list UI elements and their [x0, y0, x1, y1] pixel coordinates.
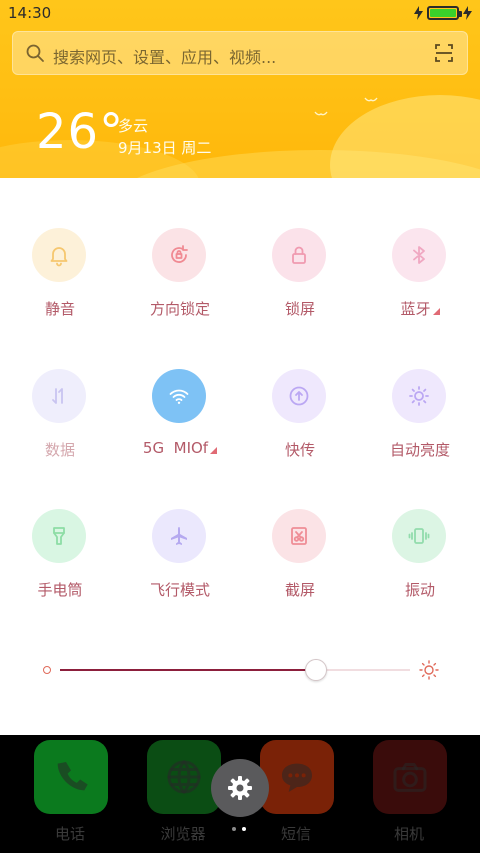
settings-button[interactable] — [211, 759, 269, 817]
camera-icon — [393, 763, 427, 792]
page-dot — [232, 827, 236, 831]
toggle-circle[interactable] — [152, 369, 206, 423]
battery-level — [430, 9, 456, 17]
bird-decoration — [364, 97, 378, 102]
toggle-circle[interactable] — [272, 228, 326, 282]
quick-share-icon — [289, 386, 309, 406]
wifi-icon — [169, 389, 189, 404]
toggle-circle[interactable] — [392, 228, 446, 282]
status-time: 14:30 — [8, 4, 52, 22]
app-label: 浏览器 — [160, 825, 206, 843]
data-icon — [52, 388, 63, 404]
toggle-label: 方向锁定 — [120, 298, 240, 319]
toggle-label-text: 方向锁定 — [149, 300, 210, 318]
toggle-label-text: 飞行模式 — [149, 581, 210, 599]
screenshot-icon — [291, 527, 307, 545]
toggle-label-text: 5G MIOf — [142, 439, 209, 457]
app-message[interactable] — [260, 740, 334, 814]
app-camera[interactable] — [373, 740, 447, 814]
rotation-lock-icon — [171, 245, 188, 263]
search-icon — [26, 44, 44, 62]
scan-icon[interactable] — [435, 44, 453, 62]
charging-icon — [414, 6, 423, 20]
toggle-label-text: 自动亮度 — [389, 441, 450, 459]
quick-settings-panel: 静音 方向锁定 锁屏 蓝牙数据 5G MIOf 快传 自动亮度手电筒 飞行模式 截屏 振动 — [0, 178, 480, 735]
vibrate-icon — [408, 528, 430, 544]
weather-condition: 多云 — [118, 117, 149, 135]
toggle-circle[interactable] — [272, 509, 326, 563]
toggle-label-text: 快传 — [284, 441, 315, 459]
charging-icon — [463, 6, 472, 20]
gear-icon — [228, 776, 252, 800]
temperature: 26° — [36, 104, 125, 160]
toggle-label: 静音 — [0, 298, 120, 319]
dock: 电话 浏览器 短信 相机 — [0, 735, 480, 853]
bluetooth-icon — [413, 246, 425, 264]
app-browser[interactable] — [147, 740, 221, 814]
slider-fill — [60, 669, 316, 671]
toggle-label-text: 手电筒 — [37, 581, 83, 599]
cloud-decoration — [330, 95, 480, 178]
status-bar: 14:30 — [0, 0, 480, 26]
toggle-circle[interactable] — [32, 369, 86, 423]
battery-icon — [427, 6, 462, 20]
toggle-circle[interactable] — [152, 228, 206, 282]
toggle-label: 5G MIOf — [120, 439, 240, 457]
lock-icon — [292, 246, 306, 264]
slider-thumb[interactable] — [305, 659, 327, 681]
browser-icon — [167, 760, 201, 794]
toggle-label: 截屏 — [240, 579, 360, 600]
toggle-label-text: 蓝牙 — [400, 300, 431, 318]
toggle-label-text: 锁屏 — [284, 300, 315, 318]
expand-indicator-icon — [432, 308, 440, 315]
toggle-label: 锁屏 — [240, 298, 360, 319]
page-indicator — [232, 827, 246, 831]
toggle-label-text: 振动 — [404, 581, 435, 599]
toggle-circle[interactable] — [272, 369, 326, 423]
search-bar[interactable]: 搜索网页、设置、应用、视频... — [12, 31, 468, 75]
airplane-icon — [171, 527, 187, 545]
toggle-label: 自动亮度 — [360, 439, 480, 460]
flashlight-icon — [53, 527, 65, 545]
toggle-label: 蓝牙 — [360, 298, 480, 319]
toggle-label-text: 数据 — [44, 441, 75, 459]
app-label: 电话 — [54, 825, 85, 843]
app-phone[interactable] — [34, 740, 108, 814]
toggle-label-text: 静音 — [44, 300, 75, 318]
toggle-circle[interactable] — [32, 509, 86, 563]
toggle-label: 数据 — [0, 439, 120, 460]
expand-indicator-icon — [210, 447, 218, 454]
toggle-label: 快传 — [240, 439, 360, 460]
bird-decoration — [314, 111, 328, 116]
weather-header: 14:30 搜索网页、设置、应用、视频... 26° 多云 9月13日 周二 — [0, 0, 480, 178]
toggle-circle[interactable] — [152, 509, 206, 563]
toggle-circle[interactable] — [32, 228, 86, 282]
brightness-high-icon — [419, 660, 439, 680]
search-placeholder: 搜索网页、设置、应用、视频... — [53, 48, 277, 67]
toggle-circle[interactable] — [392, 509, 446, 563]
toggle-label: 振动 — [360, 579, 480, 600]
weather-date: 9月13日 周二 — [118, 139, 212, 157]
message-icon — [282, 763, 312, 792]
phone-icon — [57, 762, 88, 791]
brightness-low-icon — [43, 666, 51, 674]
brightness-slider[interactable] — [40, 658, 440, 682]
toggle-label: 飞行模式 — [120, 579, 240, 600]
app-label: 相机 — [393, 825, 424, 843]
page-dot — [242, 827, 246, 831]
toggle-label-text: 截屏 — [284, 581, 315, 599]
toggle-circle[interactable] — [392, 369, 446, 423]
auto-brightness-icon — [409, 386, 429, 406]
toggle-label: 手电筒 — [0, 579, 120, 600]
bell-icon — [50, 247, 68, 267]
app-label: 短信 — [280, 825, 311, 843]
